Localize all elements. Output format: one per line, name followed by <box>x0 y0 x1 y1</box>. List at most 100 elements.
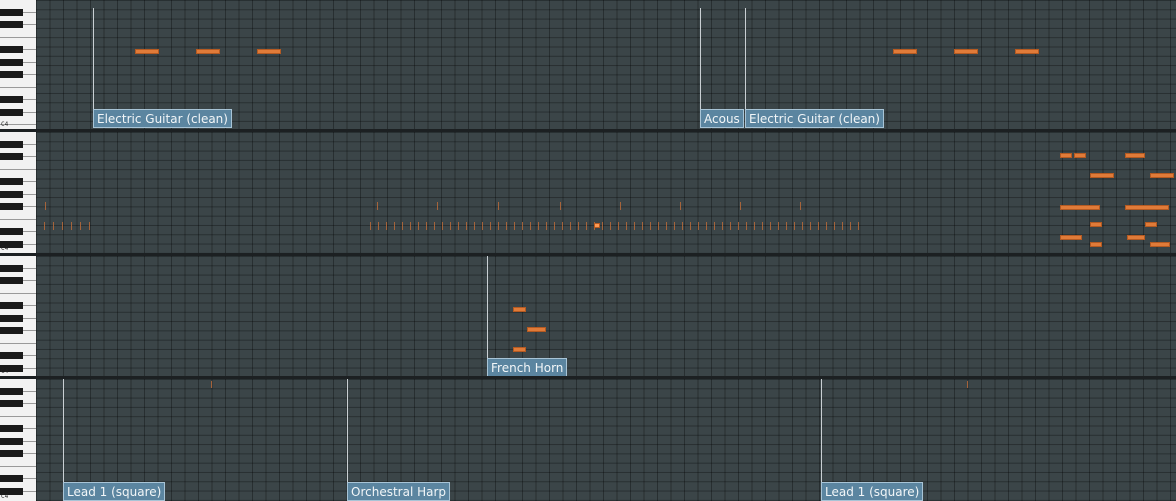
midi-note[interactable] <box>586 222 587 230</box>
midi-note[interactable] <box>546 222 547 230</box>
midi-note[interactable] <box>642 222 643 230</box>
midi-note[interactable] <box>658 222 659 230</box>
black-key[interactable] <box>0 190 23 198</box>
midi-note[interactable] <box>674 222 675 230</box>
midi-note[interactable] <box>482 222 483 230</box>
black-key[interactable] <box>0 71 23 78</box>
clip-label-acoustic[interactable]: Acous <box>700 109 744 128</box>
black-key[interactable] <box>0 314 23 322</box>
midi-note[interactable] <box>794 222 795 230</box>
midi-note[interactable] <box>618 222 619 230</box>
midi-note[interactable] <box>474 222 475 230</box>
midi-note[interactable] <box>570 222 571 230</box>
black-key[interactable] <box>0 153 23 160</box>
midi-note[interactable] <box>506 222 507 230</box>
black-key[interactable] <box>0 264 23 272</box>
midi-note[interactable] <box>466 222 467 230</box>
black-key[interactable] <box>0 437 23 445</box>
midi-note[interactable] <box>680 202 681 210</box>
midi-note[interactable] <box>714 222 715 230</box>
black-key[interactable] <box>0 21 23 28</box>
midi-note[interactable] <box>62 222 63 230</box>
midi-note[interactable] <box>450 222 451 230</box>
clip-label-lead-1[interactable]: Lead 1 (square) <box>63 482 166 501</box>
midi-note[interactable] <box>514 222 515 230</box>
midi-note[interactable] <box>778 222 779 230</box>
midi-note[interactable] <box>954 49 978 54</box>
midi-note[interactable] <box>967 381 968 388</box>
black-key[interactable] <box>0 58 23 66</box>
midi-note[interactable] <box>554 222 555 230</box>
midi-note[interactable] <box>211 381 212 388</box>
midi-note[interactable] <box>620 202 621 210</box>
midi-note[interactable] <box>513 347 526 352</box>
midi-note[interactable] <box>770 222 771 230</box>
black-key[interactable] <box>0 203 23 210</box>
midi-note[interactable] <box>437 202 438 210</box>
midi-note[interactable] <box>135 49 159 54</box>
midi-note[interactable] <box>1090 173 1114 178</box>
midi-note[interactable] <box>1060 205 1100 210</box>
note-grid[interactable] <box>36 379 1176 501</box>
midi-note[interactable] <box>893 49 917 54</box>
black-key[interactable] <box>0 108 23 116</box>
midi-note[interactable] <box>44 222 45 230</box>
black-key[interactable] <box>0 352 23 359</box>
midi-note[interactable] <box>1150 173 1174 178</box>
midi-note[interactable] <box>842 222 843 230</box>
midi-note[interactable] <box>530 222 531 230</box>
midi-note[interactable] <box>426 222 427 230</box>
midi-note[interactable] <box>498 202 499 210</box>
clip-label-electric-guitar-2[interactable]: Electric Guitar (clean) <box>745 109 884 128</box>
midi-note[interactable] <box>71 222 72 230</box>
midi-note[interactable] <box>1150 242 1170 247</box>
black-key[interactable] <box>0 387 23 395</box>
black-key[interactable] <box>0 327 23 334</box>
midi-note[interactable] <box>386 222 387 230</box>
black-key[interactable] <box>0 140 23 148</box>
midi-note[interactable] <box>490 222 491 230</box>
black-key[interactable] <box>0 96 23 103</box>
midi-note[interactable] <box>650 222 651 230</box>
piano-keyboard[interactable] <box>0 379 37 501</box>
piano-keyboard[interactable] <box>0 256 37 376</box>
midi-note[interactable] <box>1074 153 1086 158</box>
midi-note[interactable] <box>746 222 747 230</box>
clip-label-french-horn[interactable]: French Horn <box>487 358 568 376</box>
midi-note[interactable] <box>522 222 523 230</box>
midi-note[interactable] <box>370 222 371 230</box>
midi-note[interactable] <box>740 202 741 210</box>
midi-note[interactable] <box>610 222 611 230</box>
midi-note[interactable] <box>698 222 699 230</box>
midi-note[interactable] <box>1125 205 1169 210</box>
midi-note[interactable] <box>377 202 378 210</box>
midi-note[interactable] <box>1145 222 1157 227</box>
black-key[interactable] <box>0 450 23 457</box>
black-key[interactable] <box>0 178 23 185</box>
midi-note[interactable] <box>1090 222 1102 227</box>
midi-note[interactable] <box>527 327 546 332</box>
midi-note[interactable] <box>1060 153 1072 158</box>
midi-note[interactable] <box>730 222 731 230</box>
clip-label-electric-guitar[interactable]: Electric Guitar (clean) <box>93 109 232 128</box>
midi-note[interactable] <box>578 222 579 230</box>
midi-note[interactable] <box>810 222 811 230</box>
midi-note[interactable] <box>594 223 600 228</box>
midi-note[interactable] <box>706 222 707 230</box>
midi-note[interactable] <box>1125 153 1145 158</box>
midi-note[interactable] <box>802 222 803 230</box>
midi-note[interactable] <box>786 222 787 230</box>
clip-label-lead-1-2[interactable]: Lead 1 (square) <box>821 482 924 501</box>
midi-note[interactable] <box>818 222 819 230</box>
midi-note[interactable] <box>602 222 603 230</box>
midi-note[interactable] <box>858 222 859 230</box>
midi-note[interactable] <box>458 222 459 230</box>
black-key[interactable] <box>0 302 23 309</box>
midi-note[interactable] <box>722 222 723 230</box>
midi-note[interactable] <box>89 222 90 230</box>
midi-note[interactable] <box>1015 49 1039 54</box>
black-key[interactable] <box>0 277 23 284</box>
midi-note[interactable] <box>394 222 395 230</box>
piano-keyboard[interactable] <box>0 0 37 129</box>
midi-note[interactable] <box>80 222 81 230</box>
